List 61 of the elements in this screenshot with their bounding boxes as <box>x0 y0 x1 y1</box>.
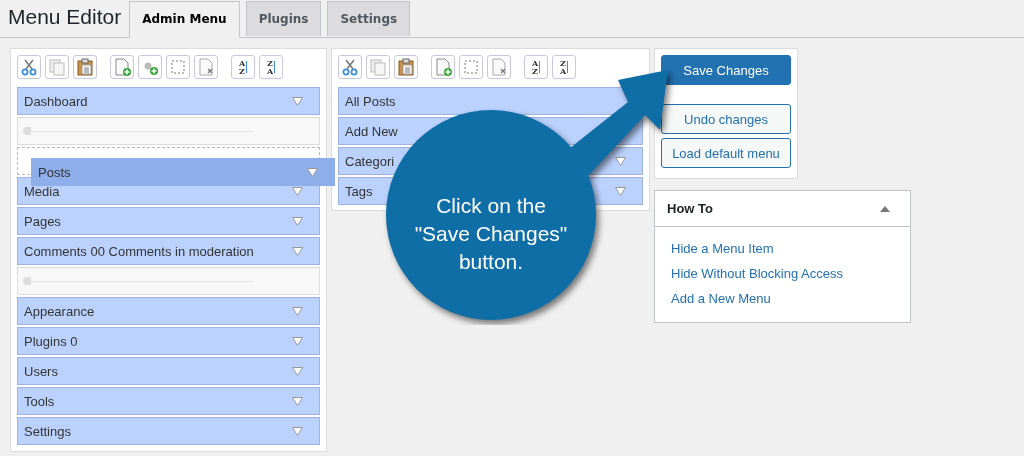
toolbar-button[interactable] <box>17 55 41 79</box>
toolbar-button[interactable] <box>487 55 511 79</box>
dropdown-arrow-icon[interactable] <box>292 396 303 406</box>
toolbar-button[interactable] <box>394 55 418 79</box>
toolbar-button[interactable] <box>431 55 455 79</box>
tab[interactable]: Settings <box>327 1 411 36</box>
help-link[interactable]: Add a New Menu <box>671 291 771 306</box>
dropdown-arrow-icon[interactable] <box>615 156 626 166</box>
menu-item[interactable]: Comments 00 Comments in moderation <box>17 237 320 265</box>
dragged-menu-item[interactable]: Posts <box>31 158 335 186</box>
menu-item[interactable]: Users <box>17 357 320 385</box>
help-link[interactable]: Hide Without Blocking Access <box>671 266 843 281</box>
help-link[interactable]: Hide a Menu Item <box>671 241 774 256</box>
dropdown-arrow-icon[interactable] <box>292 96 303 106</box>
toolbar-button[interactable]: A Z <box>231 55 255 79</box>
dropdown-arrow-icon[interactable] <box>292 246 303 256</box>
action-button[interactable]: Undo changes <box>661 104 791 134</box>
action-button[interactable]: Load default menu <box>661 138 791 168</box>
menu-item[interactable]: Plugins 0 <box>17 327 320 355</box>
clipboard-icon <box>397 58 415 76</box>
delete-page-icon <box>197 58 215 76</box>
scissors-icon <box>341 58 359 76</box>
delete-page-icon <box>490 58 508 76</box>
dashed-square-icon <box>462 58 480 76</box>
dropdown-arrow-icon[interactable] <box>615 186 626 196</box>
copy-icon <box>48 58 66 76</box>
clipboard-icon <box>76 58 94 76</box>
dashed-square-icon <box>169 58 187 76</box>
dropdown-arrow-icon[interactable] <box>292 336 303 346</box>
copy-icon <box>369 58 387 76</box>
menu-item[interactable]: Dashboard <box>17 87 320 115</box>
new-page-icon <box>434 58 452 76</box>
dropdown-arrow-icon[interactable] <box>292 366 303 376</box>
dropdown-arrow-icon[interactable] <box>292 216 303 226</box>
how-to-title: How To <box>667 201 713 216</box>
callout-text: Click on the "Save Changes" button. <box>413 193 569 275</box>
toolbar-button[interactable]: Z A <box>552 55 576 79</box>
dropdown-arrow-icon[interactable] <box>292 186 303 196</box>
toolbar-button[interactable] <box>138 55 162 79</box>
scissors-icon <box>20 58 38 76</box>
dropdown-arrow-icon[interactable] <box>292 426 303 436</box>
dropdown-arrow-icon[interactable] <box>292 306 303 316</box>
new-page-icon <box>113 58 131 76</box>
menu-item[interactable]: Tools <box>17 387 320 415</box>
toolbar-button[interactable] <box>194 55 218 79</box>
toolbar-button[interactable] <box>166 55 190 79</box>
collapse-toggle-icon[interactable] <box>880 205 890 212</box>
toolbar-button[interactable] <box>338 55 362 79</box>
menu-item[interactable]: Appearance <box>17 297 320 325</box>
toolbar-button[interactable] <box>459 55 483 79</box>
tab[interactable]: Admin Menu <box>129 1 240 38</box>
dropdown-arrow-icon[interactable] <box>307 167 318 177</box>
toolbar-button[interactable] <box>73 55 97 79</box>
toolbar-button[interactable] <box>110 55 134 79</box>
toolbar-button[interactable]: A Z <box>524 55 548 79</box>
save-button[interactable]: Save Changes <box>661 55 791 85</box>
page-title: Menu Editor <box>8 5 122 30</box>
menu-item[interactable]: Settings <box>17 417 320 445</box>
tab[interactable]: Plugins <box>245 1 322 36</box>
toolbar-button[interactable]: Z A <box>259 55 283 79</box>
menu-item[interactable]: Pages <box>17 207 320 235</box>
